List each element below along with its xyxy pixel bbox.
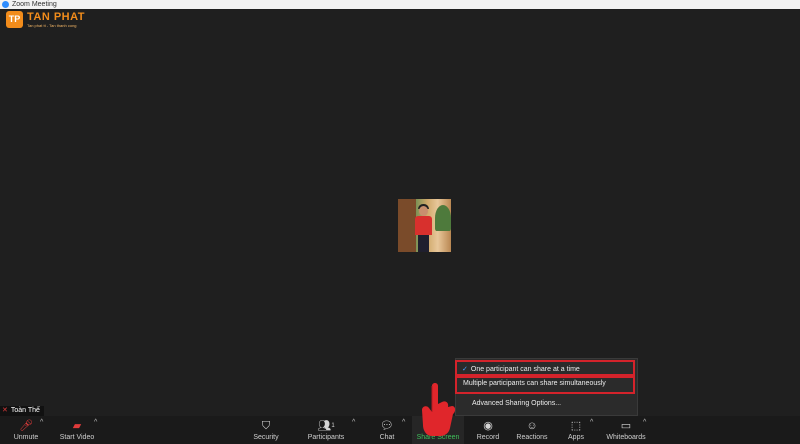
logo-brand: TAN PHAT: [27, 11, 85, 23]
logo-tagline: Tan phat tt - Tan thanh cong: [27, 23, 77, 28]
participants-icon: 👥︎1: [317, 420, 335, 432]
whiteboards-button[interactable]: ▭ Whiteboards: [604, 416, 648, 444]
highlight-box-option-multi: [455, 374, 635, 394]
participants-button[interactable]: 👥︎1 Participants: [304, 416, 348, 444]
chat-button[interactable]: 💬︎ Chat: [374, 416, 400, 444]
emoji-icon: ☺: [526, 420, 538, 432]
window-title: Zoom Meeting: [12, 1, 57, 8]
pointing-hand-icon: [422, 383, 456, 436]
muted-microphone-icon: 🎤︎: [19, 420, 33, 432]
record-icon: ◉: [483, 420, 493, 432]
security-button[interactable]: ⛉ Security: [250, 416, 282, 444]
audio-options-caret[interactable]: ^: [40, 419, 43, 426]
logo-mark: TP: [6, 11, 23, 28]
zoom-app-icon: [2, 1, 9, 8]
participants-options-caret[interactable]: ^: [352, 419, 355, 426]
muted-mic-icon: ✕: [2, 407, 8, 414]
video-off-icon: ▰: [72, 420, 82, 432]
watermark-logo: TP TAN PHAT Tan phat tt - Tan thanh cong: [6, 11, 96, 31]
apps-icon: ⬚: [570, 420, 582, 432]
apps-button[interactable]: ⬚ Apps: [564, 416, 588, 444]
whiteboard-icon: ▭: [620, 420, 632, 432]
window-titlebar: Zoom Meeting: [0, 0, 800, 9]
meeting-toolbar: 🎤︎ Unmute ^ ▰ Start Video ^ ⛉ Security 👥…: [0, 416, 800, 444]
shield-icon: ⛉: [261, 420, 271, 432]
participant-name-tag: ✕ Toàn Thế: [0, 406, 44, 416]
whiteboards-options-caret[interactable]: ^: [643, 419, 646, 426]
participant-avatar: [398, 199, 451, 252]
record-button[interactable]: ◉ Record: [474, 416, 502, 444]
start-video-button[interactable]: ▰ Start Video: [56, 416, 98, 444]
chat-options-caret[interactable]: ^: [402, 419, 405, 426]
participants-count: 1: [331, 423, 335, 429]
video-options-caret[interactable]: ^: [94, 419, 97, 426]
unmute-button[interactable]: 🎤︎ Unmute: [8, 416, 44, 444]
apps-options-caret[interactable]: ^: [590, 419, 593, 426]
participant-name: Toàn Thế: [10, 407, 40, 414]
menu-item-advanced-sharing[interactable]: Advanced Sharing Options...: [472, 398, 561, 409]
chat-bubble-icon: 💬︎: [380, 420, 394, 432]
reactions-button[interactable]: ☺ Reactions: [514, 416, 550, 444]
